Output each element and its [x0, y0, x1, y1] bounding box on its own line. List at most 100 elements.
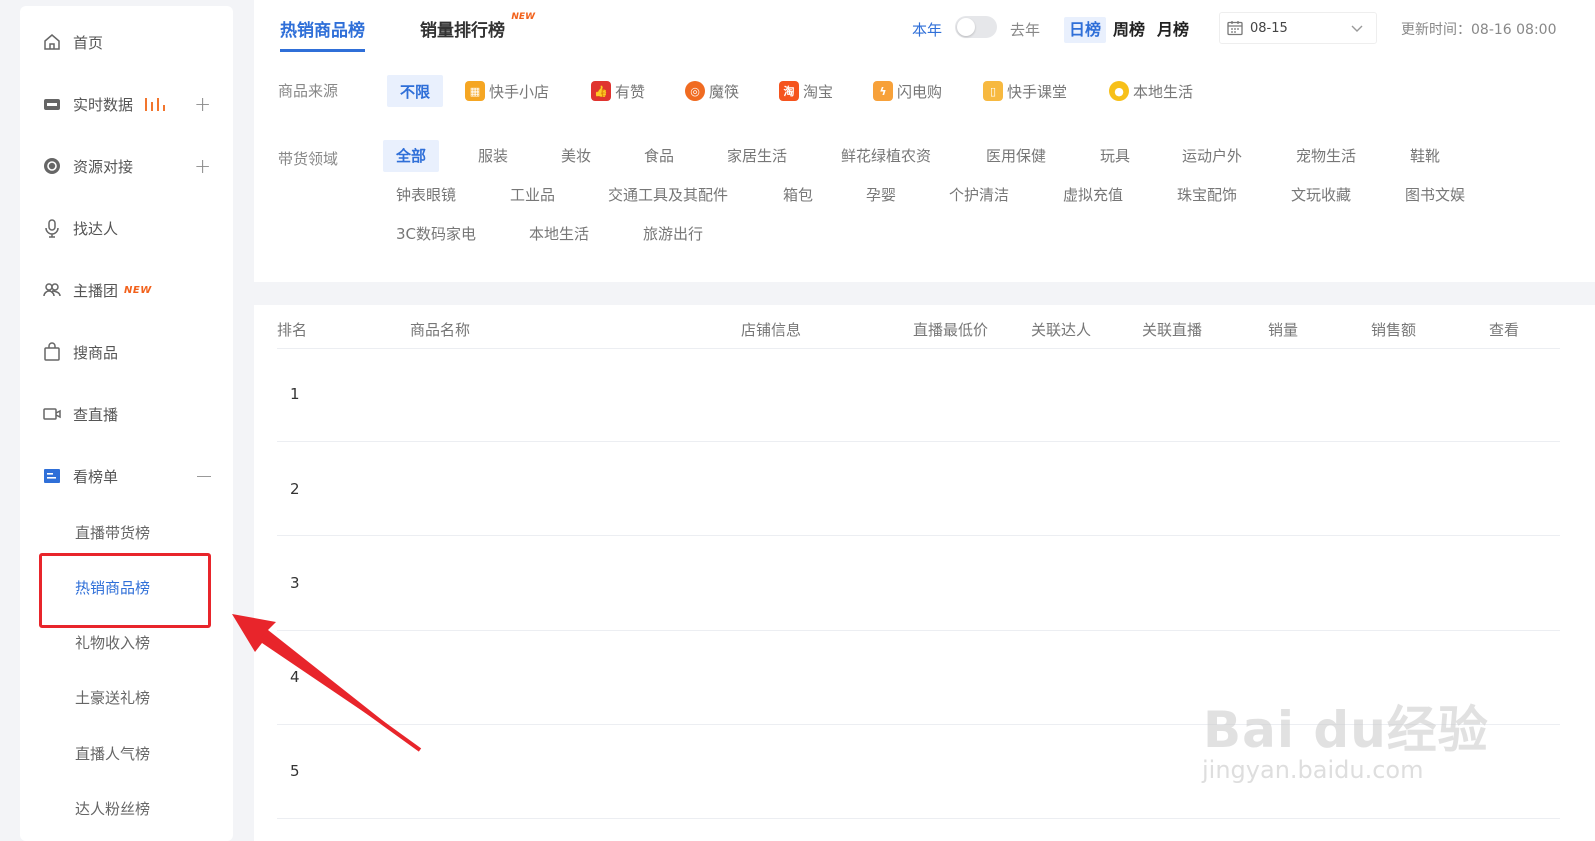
sidebar-item-realtime-data[interactable]: 实时数据 + [20, 84, 233, 124]
collapse-minus-icon[interactable] [197, 475, 211, 477]
sidebar-item-resource[interactable]: 资源对接 + [20, 146, 233, 186]
tab-hot-products[interactable]: 热销商品榜 [280, 16, 365, 52]
category-item[interactable]: 旅游出行 [643, 218, 703, 250]
sidebar-item-anchor-group[interactable]: 主播团 NEW [20, 270, 233, 310]
location-icon: ● [1109, 81, 1129, 101]
row-divider [277, 441, 1560, 442]
source-shandiangou[interactable]: ϟ 闪电购 [873, 75, 942, 107]
source-label: 商品来源 [278, 82, 339, 100]
column-header: 商品名称 [410, 321, 471, 339]
row-divider [277, 724, 1560, 725]
source-label-text: 快手小店 [489, 82, 550, 101]
period-daily[interactable]: 日榜 [1064, 17, 1107, 43]
header-divider [277, 348, 1560, 349]
source-kuaishou-store[interactable]: ▦ 快手小店 [465, 75, 549, 107]
source-mokuai[interactable]: ◎ 魔筷 [685, 75, 739, 107]
source-local-life[interactable]: ● 本地生活 [1109, 75, 1193, 107]
shopping-bag-icon [41, 341, 63, 363]
rank-number: 3 [290, 574, 300, 592]
sidebar-item-check-live[interactable]: 查直播 [20, 394, 233, 434]
row-divider [277, 535, 1560, 536]
sub-item-hot-products[interactable]: 热销商品榜 [75, 577, 150, 598]
live-icon [41, 93, 63, 115]
category-item[interactable]: 3C数码家电 [396, 218, 476, 250]
column-header[interactable]: 直播最低价 [913, 319, 988, 340]
period-monthly[interactable]: 月榜 [1152, 17, 1194, 43]
row-divider [277, 630, 1560, 631]
sub-item-talent-fans[interactable]: 达人粉丝榜 [75, 798, 150, 819]
sub-item-live-sales[interactable]: 直播带货榜 [75, 522, 150, 543]
category-item[interactable]: 交通工具及其配件 [608, 179, 728, 211]
category-item[interactable]: 食品 [644, 140, 674, 172]
category-item[interactable]: 工业品 [510, 179, 555, 211]
date-value: 08-15 [1250, 20, 1288, 36]
category-item[interactable]: 箱包 [783, 179, 813, 211]
source-label-text: 闪电购 [897, 82, 943, 101]
sidebar-item-home[interactable]: 首页 [20, 22, 233, 62]
source-label-text: 淘宝 [803, 82, 834, 101]
category-item[interactable]: 全部 [383, 140, 440, 172]
source-taobao[interactable]: 淘 淘宝 [779, 75, 833, 107]
category-item[interactable]: 服装 [478, 140, 508, 172]
tab-sales-ranking[interactable]: 销量排行榜 NEW [420, 12, 535, 41]
rank-number: 2 [290, 480, 300, 498]
sidebar-item-find-talent[interactable]: 找达人 [20, 208, 233, 248]
column-header: 查看 [1489, 321, 1520, 339]
this-year-label[interactable]: 本年 [912, 19, 942, 40]
sidebar-item-search-products[interactable]: 搜商品 [20, 332, 233, 372]
source-label-text: 魔筷 [709, 82, 740, 101]
source-youzan[interactable]: 👍 有赞 [591, 75, 645, 107]
filter-panel: 商品来源 不限 ▦ 快手小店 👍 有赞 ◎ 魔筷 淘 淘宝 ϟ 闪电购 ▯ 快手… [254, 58, 1595, 282]
source-kuaishou-class[interactable]: ▯ 快手课堂 [983, 75, 1067, 107]
last-year-label[interactable]: 去年 [1010, 19, 1040, 40]
column-header[interactable]: 关联达人 [1031, 319, 1091, 340]
category-item[interactable]: 鞋靴 [1410, 140, 1440, 172]
column-header[interactable]: 关联直播 [1142, 319, 1202, 340]
sub-item-big-spender[interactable]: 土豪送礼榜 [75, 687, 150, 708]
sidebar-item-label: 搜商品 [73, 343, 119, 362]
calendar-icon [1227, 21, 1243, 36]
class-icon: ▯ [983, 81, 1003, 101]
category-item[interactable]: 医用保健 [986, 140, 1046, 172]
column-header: 排名 [277, 321, 308, 339]
taobao-icon: 淘 [779, 81, 799, 101]
category-item[interactable]: 本地生活 [529, 218, 589, 250]
new-badge: NEW [511, 12, 535, 22]
category-item[interactable]: 鲜花绿植农资 [841, 140, 931, 172]
category-item[interactable]: 玩具 [1100, 140, 1130, 172]
shop-icon: ▦ [465, 81, 485, 101]
tab-label: 销量排行榜 [420, 21, 505, 41]
category-item[interactable]: 虚拟充值 [1063, 179, 1123, 211]
category-item[interactable]: 个护清洁 [949, 179, 1009, 211]
sub-item-gift-income[interactable]: 礼物收入榜 [75, 632, 150, 653]
mokuai-icon: ◎ [685, 81, 705, 101]
category-item[interactable]: 图书文娱 [1405, 179, 1465, 211]
expand-plus-icon[interactable]: + [194, 154, 211, 178]
sidebar-item-rankings[interactable]: 看榜单 [20, 456, 233, 496]
column-header[interactable]: 销量 [1268, 319, 1298, 340]
category-item[interactable]: 文玩收藏 [1291, 179, 1351, 211]
category-item[interactable]: 美妆 [561, 140, 591, 172]
category-item[interactable]: 珠宝配饰 [1177, 179, 1237, 211]
sub-item-live-popularity[interactable]: 直播人气榜 [75, 743, 150, 764]
rank-number: 4 [290, 668, 300, 686]
column-header[interactable]: 销售额 [1371, 319, 1416, 340]
category-item[interactable]: 宠物生活 [1296, 140, 1356, 172]
category-item[interactable]: 钟表眼镜 [396, 179, 456, 211]
sidebar-item-label: 首页 [73, 33, 104, 52]
source-label-text: 快手课堂 [1007, 82, 1068, 101]
date-picker[interactable]: 08-15 [1219, 12, 1377, 44]
tab-underline [280, 49, 365, 52]
sidebar-item-label: 资源对接 [73, 157, 134, 176]
home-icon [41, 31, 63, 53]
category-item[interactable]: 家居生活 [727, 140, 787, 172]
year-toggle[interactable] [955, 16, 997, 38]
sync-icon [41, 155, 63, 177]
sidebar-item-label: 看榜单 [73, 467, 119, 486]
category-item[interactable]: 运动户外 [1182, 140, 1242, 172]
expand-plus-icon[interactable]: + [194, 92, 211, 116]
period-weekly[interactable]: 周榜 [1108, 17, 1150, 43]
source-all[interactable]: 不限 [387, 75, 444, 107]
sidebar: 首页 实时数据 + 资源对接 + 找达人 主播团 NEW 搜商品 查直播 看榜单… [20, 6, 233, 841]
category-item[interactable]: 孕婴 [866, 179, 896, 211]
